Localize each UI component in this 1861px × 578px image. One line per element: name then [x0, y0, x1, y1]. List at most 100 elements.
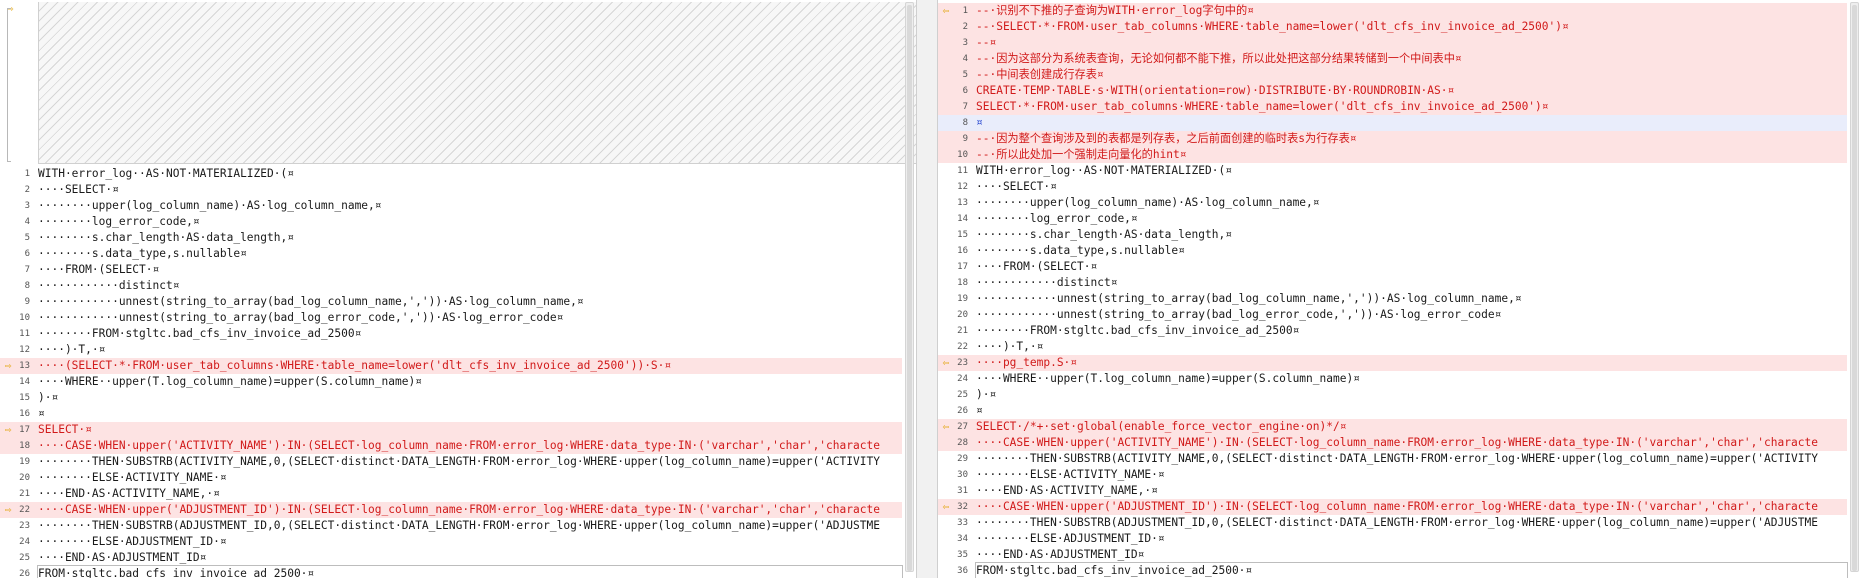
- code-line[interactable]: 28 ····CASE·WHEN·upper('ACTIVITY_NAME')·I…: [938, 435, 1847, 451]
- code-text: SELECT·*·FROM·user_tab_columns·WHERE·tab…: [976, 100, 1549, 113]
- code-line[interactable]: 30 ········ELSE·ACTIVITY_NAME·¤: [938, 467, 1847, 483]
- code-text: ········ELSE·ADJUSTMENT_ID·¤: [976, 532, 1165, 545]
- code-text: --·因为这部分为系统表查询，无论如何都不能下推，所以此处把这部分结果转储到一个…: [976, 52, 1462, 65]
- code-line[interactable]: 9 ············unnest(string_to_array(bad_…: [0, 294, 902, 310]
- code-line[interactable]: 10 ············unnest(string_to_array(bad…: [0, 310, 902, 326]
- code-line[interactable]: 1 WITH·error_log··AS·NOT·MATERIALIZED·(¤: [0, 166, 902, 182]
- code-line[interactable]: 24 ····WHERE··upper(T.log_column_name)=up…: [938, 371, 1847, 387]
- code-line[interactable]: 15)·¤: [0, 390, 902, 406]
- code-text: ¤: [976, 404, 983, 417]
- code-line[interactable]: 11 WITH·error_log··AS·NOT·MATERIALIZED·(¤: [938, 163, 1847, 179]
- code-line[interactable]: 6 CREATE·TEMP·TABLE·s·WITH(orientation=ro…: [938, 83, 1847, 99]
- code-line[interactable]: ⇨ 13 ····(SELECT·*·FROM·user_tab_columns·W…: [0, 358, 902, 374]
- code-line[interactable]: 19 ········THEN·SUBSTRB(ACTIVITY_NAME,0,(…: [0, 454, 902, 470]
- line-number: 26: [19, 569, 30, 578]
- code-line[interactable]: 35 ····END·AS·ADJUSTMENT_ID¤: [938, 547, 1847, 563]
- code-line[interactable]: ⇨ 22 ····CASE·WHEN·upper('ADJUSTMENT_ID')·…: [0, 502, 902, 518]
- code-line[interactable]: 26 ¤: [938, 403, 1847, 419]
- right-vertical-scrollbar[interactable]: [1850, 2, 1859, 572]
- code-line[interactable]: ⇦ 23 ····pg_temp.S·¤: [938, 355, 1847, 371]
- code-line[interactable]: 36 FROM·stgltc.bad_cfs_inv_invoice_ad_250…: [938, 562, 1848, 578]
- code-line[interactable]: ⇦ 1 --·识别不下推的子查询为WITH·error_log字句中的¤: [938, 3, 1847, 19]
- line-number: 33: [957, 518, 968, 528]
- code-line[interactable]: 4 --·因为这部分为系统表查询，无论如何都不能下推，所以此处把这部分结果转储到一…: [938, 51, 1847, 67]
- code-line[interactable]: 16 ········s.data_type,s.nullable¤: [938, 243, 1847, 259]
- code-text: ········s.char_length·AS·data_length,¤: [976, 228, 1232, 241]
- left-scrollbar-thumb[interactable]: [907, 5, 912, 571]
- code-line[interactable]: 8 ¤: [938, 115, 1847, 131]
- code-line[interactable]: 25)·¤: [938, 387, 1847, 403]
- code-line[interactable]: 29 ········THEN·SUBSTRB(ACTIVITY_NAME,0,(…: [938, 451, 1847, 467]
- code-line[interactable]: 2 ····SELECT·¤: [0, 182, 902, 198]
- line-number: 8: [962, 118, 968, 128]
- code-line[interactable]: 5 --·中间表创建成行存表¤: [938, 67, 1847, 83]
- right-pane[interactable]: ⇦ 1 --·识别不下推的子查询为WITH·error_log字句中的¤ 2 --·SE…: [938, 0, 1861, 578]
- code-line[interactable]: 18 ············distinct¤: [938, 275, 1847, 291]
- code-line[interactable]: 21 ····END·AS·ACTIVITY_NAME,·¤: [0, 486, 902, 502]
- code-line[interactable]: 12 ····)·T,·¤: [0, 342, 902, 358]
- right-scrollbar-thumb[interactable]: [1852, 5, 1857, 571]
- code-line[interactable]: 20 ············unnest(string_to_array(bad…: [938, 307, 1847, 323]
- code-line[interactable]: ⇦ 32 ····CASE·WHEN·upper('ADJUSTMENT_ID')·…: [938, 499, 1847, 515]
- code-line[interactable]: 17 ····FROM·(SELECT·¤: [938, 259, 1847, 275]
- code-text: )·¤: [976, 388, 997, 401]
- code-line[interactable]: 3 --¤: [938, 35, 1847, 51]
- left-pane[interactable]: ⇨ 1 WITH·error_log··AS·NOT·MATERIALIZED·(…: [0, 0, 916, 578]
- line-number: 23: [957, 358, 968, 368]
- code-line[interactable]: 22 ····)·T,·¤: [938, 339, 1847, 355]
- code-line[interactable]: 7 SELECT·*·FROM·user_tab_columns·WHERE·ta…: [938, 99, 1847, 115]
- left-vertical-scrollbar[interactable]: [905, 2, 914, 572]
- line-number: 2: [962, 22, 968, 32]
- code-line[interactable]: 20 ········ELSE·ACTIVITY_NAME·¤: [0, 470, 902, 486]
- line-number: 9: [962, 134, 968, 144]
- code-line[interactable]: 15 ········s.char_length·AS·data_length,¤: [938, 227, 1847, 243]
- code-line[interactable]: 14 ········log_error_code,¤: [938, 211, 1847, 227]
- code-line[interactable]: 23 ········THEN·SUBSTRB(ADJUSTMENT_ID,0,(…: [0, 518, 902, 534]
- line-number: 26: [957, 406, 968, 416]
- code-line[interactable]: 13 ········upper(log_column_name)·AS·log_…: [938, 195, 1847, 211]
- code-line[interactable]: 16 ¤: [0, 406, 902, 422]
- code-text: --·所以此处加一个强制走向量化的hint¤: [976, 148, 1187, 161]
- code-line[interactable]: 4 ········log_error_code,¤: [0, 214, 902, 230]
- code-line[interactable]: 3 ········upper(log_column_name)·AS·log_c…: [0, 198, 902, 214]
- code-text: ········THEN·SUBSTRB(ACTIVITY_NAME,0,(SE…: [976, 452, 1818, 465]
- code-text: --·中间表创建成行存表¤: [976, 68, 1104, 81]
- code-line[interactable]: 33 ········THEN·SUBSTRB(ADJUSTMENT_ID,0,(…: [938, 515, 1847, 531]
- code-line[interactable]: 2 --·SELECT·*·FROM·user_tab_columns·WHERE…: [938, 19, 1847, 35]
- pane-divider[interactable]: [916, 0, 938, 578]
- code-line[interactable]: 31 ····END·AS·ACTIVITY_NAME,·¤: [938, 483, 1847, 499]
- line-number: 12: [19, 345, 30, 355]
- line-number: 19: [957, 294, 968, 304]
- code-line[interactable]: 21 ········FROM·stgltc.bad_cfs_inv_invoic…: [938, 323, 1847, 339]
- code-line[interactable]: 14 ····WHERE··upper(T.log_column_name)=up…: [0, 374, 902, 390]
- code-text: ····SELECT·¤: [38, 183, 119, 196]
- code-line[interactable]: 9 --·因为整个查询涉及到的表都是列存表，之后前面创建的临时表s为行存表¤: [938, 131, 1847, 147]
- code-line[interactable]: 5 ········s.char_length·AS·data_length,¤: [0, 230, 902, 246]
- line-number: 2: [24, 185, 30, 195]
- code-text: ········s.char_length·AS·data_length,¤: [38, 231, 294, 244]
- code-line[interactable]: 18 ····CASE·WHEN·upper('ACTIVITY_NAME')·I…: [0, 438, 902, 454]
- code-line[interactable]: 26 FROM·stgltc.bad_cfs_inv_invoice_ad_250…: [0, 565, 903, 578]
- line-number: 21: [19, 489, 30, 499]
- line-number: 9: [24, 297, 30, 307]
- code-line[interactable]: 11 ········FROM·stgltc.bad_cfs_inv_invoic…: [0, 326, 902, 342]
- code-text: ····CASE·WHEN·upper('ADJUSTMENT_ID')·IN·…: [38, 503, 880, 516]
- code-line[interactable]: ⇨ 17 SELECT·¤: [0, 422, 902, 438]
- code-text: ····FROM·(SELECT·¤: [38, 263, 160, 276]
- code-text: )·¤: [38, 391, 59, 404]
- code-text: ········s.data_type,s.nullable¤: [38, 247, 247, 260]
- code-line[interactable]: 25 ····END·AS·ADJUSTMENT_ID¤: [0, 550, 902, 566]
- code-text: ········log_error_code,¤: [976, 212, 1138, 225]
- code-line[interactable]: 12 ····SELECT·¤: [938, 179, 1847, 195]
- code-text: ········ELSE·ACTIVITY_NAME·¤: [976, 468, 1165, 481]
- code-line[interactable]: 6 ········s.data_type,s.nullable¤: [0, 246, 902, 262]
- line-number: 13: [19, 361, 30, 371]
- code-line[interactable]: 24 ········ELSE·ADJUSTMENT_ID·¤: [0, 534, 902, 550]
- line-number: 1: [24, 169, 30, 179]
- code-line[interactable]: 7 ····FROM·(SELECT·¤: [0, 262, 902, 278]
- code-line[interactable]: 19 ············unnest(string_to_array(bad…: [938, 291, 1847, 307]
- code-line[interactable]: 8 ············distinct¤: [0, 278, 902, 294]
- code-line[interactable]: ⇦ 27 SELECT·/*+·set·global(enable_force_ve…: [938, 419, 1847, 435]
- code-line[interactable]: 10 --·所以此处加一个强制走向量化的hint¤: [938, 147, 1847, 163]
- code-line[interactable]: 34 ········ELSE·ADJUSTMENT_ID·¤: [938, 531, 1847, 547]
